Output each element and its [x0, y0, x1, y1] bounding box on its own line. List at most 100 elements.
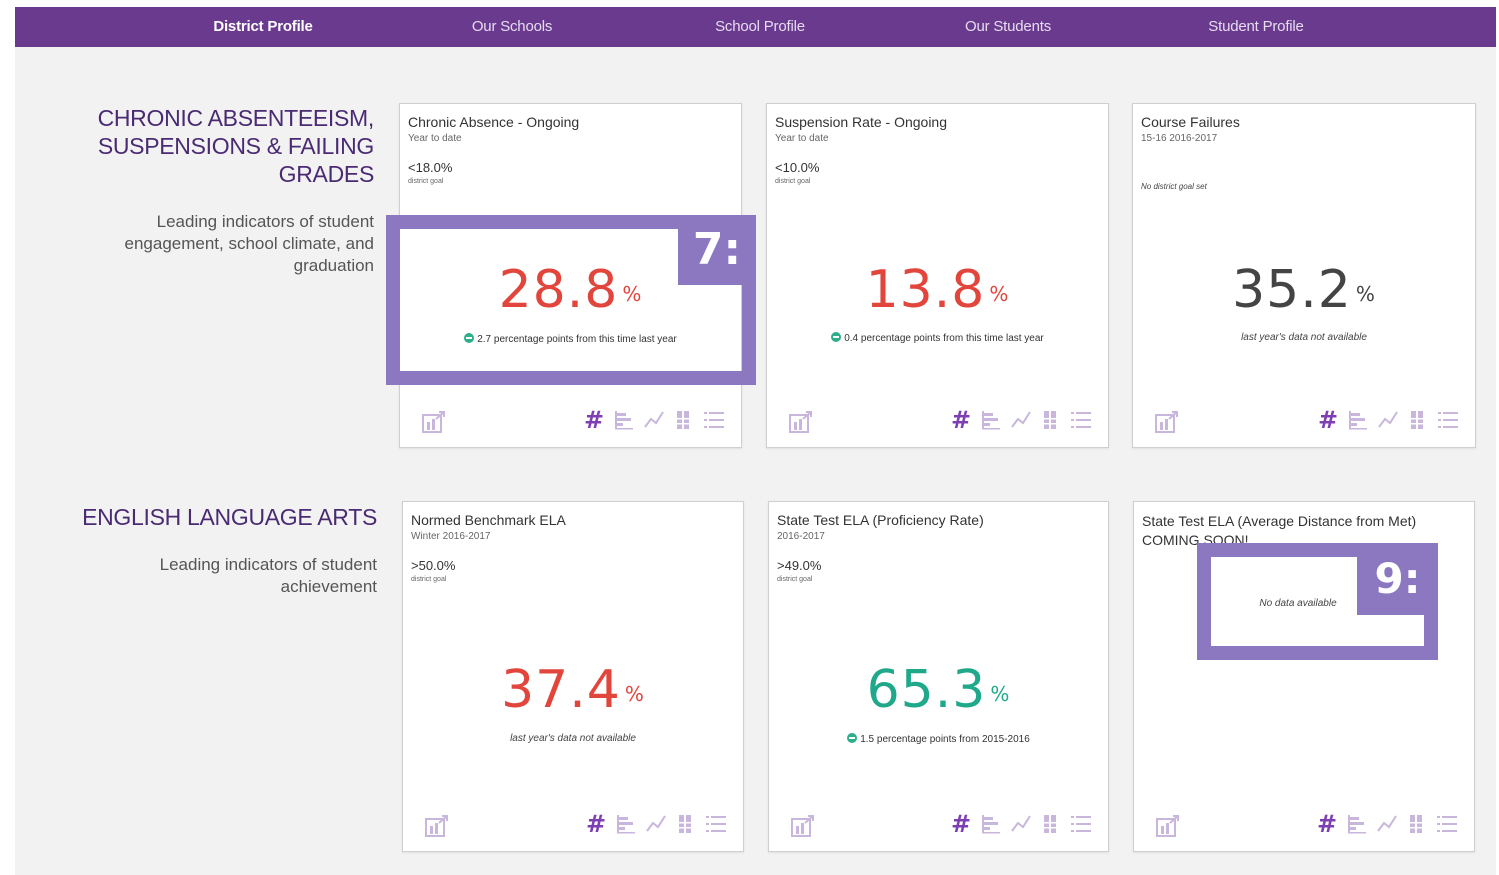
- list-view-icon[interactable]: [703, 409, 725, 431]
- line-chart-icon[interactable]: [643, 409, 665, 431]
- stacked-column-icon[interactable]: [1040, 409, 1062, 431]
- chart-export-icon[interactable]: [422, 411, 446, 433]
- horizontal-bar-icon[interactable]: [613, 409, 635, 431]
- section-title-line: GRADES: [278, 161, 375, 187]
- card-state-test-ela-proficiency[interactable]: State Test ELA (Proficiency Rate) 2016-2…: [768, 501, 1109, 852]
- view-toolbar: #: [585, 812, 727, 836]
- horizontal-bar-icon[interactable]: [980, 409, 1002, 431]
- change-text: 0.4 percentage points from this time las…: [844, 333, 1044, 344]
- metric-unit: %: [1355, 282, 1376, 306]
- view-toolbar: #: [950, 812, 1092, 836]
- annotation-label-9: 9:: [1357, 543, 1438, 615]
- view-toolbar: #: [583, 408, 725, 432]
- nav-our-students[interactable]: Our Students: [965, 7, 1051, 47]
- horizontal-bar-icon[interactable]: [980, 813, 1002, 835]
- card-period: Winter 2016-2017: [411, 531, 491, 542]
- metric-number: 13.8: [865, 260, 986, 320]
- card-goal: <10.0%: [775, 160, 820, 175]
- number-view-icon[interactable]: #: [950, 408, 972, 432]
- horizontal-bar-icon[interactable]: [1347, 409, 1369, 431]
- comparison-note: last year's data not available: [510, 733, 636, 744]
- section-subtitle-absenteeism: Leading indicators of student engagement…: [125, 211, 375, 277]
- line-chart-icon[interactable]: [1377, 409, 1399, 431]
- no-goal-note: No district goal set: [1141, 182, 1207, 191]
- card-goal: >50.0%: [411, 558, 456, 573]
- nav-our-schools[interactable]: Our Schools: [472, 7, 553, 47]
- card-goal-label: district goal: [411, 576, 447, 583]
- line-chart-icon[interactable]: [1010, 409, 1032, 431]
- section-subtitle-line: Leading indicators of student: [156, 212, 374, 231]
- card-title-line: State Test ELA (Average Distance from Me…: [1142, 513, 1417, 529]
- chart-export-icon[interactable]: [425, 815, 449, 837]
- card-footer: #: [767, 408, 1108, 433]
- chart-export-icon[interactable]: [1156, 815, 1180, 837]
- stacked-column-icon[interactable]: [1407, 409, 1429, 431]
- horizontal-bar-icon[interactable]: [615, 813, 637, 835]
- number-view-icon[interactable]: #: [585, 812, 607, 836]
- metric-unit: %: [624, 682, 645, 706]
- nav-school-profile[interactable]: School Profile: [715, 7, 805, 47]
- stacked-column-icon[interactable]: [1406, 813, 1428, 835]
- view-toolbar: #: [1316, 812, 1458, 836]
- card-goal: >49.0%: [777, 558, 822, 573]
- card-goal-label: district goal: [777, 576, 813, 583]
- card-title: Suspension Rate - Ongoing: [775, 114, 947, 130]
- card-footer: #: [1133, 408, 1475, 433]
- list-view-icon[interactable]: [1436, 813, 1458, 835]
- card-title: Chronic Absence - Ongoing: [408, 114, 580, 130]
- chart-export-icon[interactable]: [789, 411, 813, 433]
- number-view-icon[interactable]: #: [1317, 408, 1339, 432]
- metric-unit: %: [989, 282, 1010, 306]
- line-chart-icon[interactable]: [1376, 813, 1398, 835]
- number-view-icon[interactable]: #: [583, 408, 605, 432]
- section-title-line: SUSPENSIONS & FAILING: [97, 133, 374, 159]
- view-toolbar: #: [950, 408, 1092, 432]
- nav-district-profile[interactable]: District Profile: [213, 7, 313, 47]
- line-chart-icon[interactable]: [645, 813, 667, 835]
- comparison-note: last year's data not available: [1241, 332, 1367, 343]
- card-normed-benchmark-ela[interactable]: Normed Benchmark ELA Winter 2016-2017 >5…: [402, 501, 744, 852]
- section-title-line: CHRONIC ABSENTEEISM,: [97, 105, 375, 131]
- metric-number: 35.2: [1232, 260, 1352, 320]
- horizontal-bar-icon[interactable]: [1346, 813, 1368, 835]
- card-title: State Test ELA (Proficiency Rate): [777, 512, 984, 528]
- stacked-column-icon[interactable]: [673, 409, 695, 431]
- list-view-icon[interactable]: [1437, 409, 1459, 431]
- increase-icon: [847, 733, 858, 743]
- metric-value: 35.2%: [1133, 262, 1475, 318]
- card-title: Normed Benchmark ELA: [411, 512, 566, 528]
- section-subtitle-ela: Leading indicators of student achievemen…: [160, 554, 377, 598]
- card-period: Year to date: [408, 133, 462, 144]
- card-course-failures[interactable]: Course Failures 15-16 2016-2017 No distr…: [1132, 103, 1476, 448]
- card-period: Year to date: [775, 133, 829, 144]
- list-view-icon[interactable]: [1070, 813, 1092, 835]
- metric-number: 65.3: [866, 660, 987, 720]
- number-view-icon[interactable]: #: [1316, 812, 1338, 836]
- section-subtitle-line: Leading indicators of student: [159, 555, 377, 574]
- section-subtitle-line: graduation: [293, 256, 374, 275]
- decrease-icon: [831, 332, 842, 342]
- stacked-column-icon[interactable]: [1040, 813, 1062, 835]
- metric-value: 13.8%: [767, 262, 1108, 318]
- annotation-label-7: 7:: [678, 215, 756, 285]
- line-chart-icon[interactable]: [1010, 813, 1032, 835]
- metric-value: 65.3%: [769, 662, 1108, 718]
- card-footer: #: [769, 812, 1108, 837]
- view-toolbar: #: [1317, 408, 1459, 432]
- number-view-icon[interactable]: #: [950, 812, 972, 836]
- section-title-line: ENGLISH LANGUAGE ARTS: [82, 504, 377, 530]
- change-text: 1.5 percentage points from 2015-2016: [860, 734, 1030, 745]
- chart-export-icon[interactable]: [791, 815, 815, 837]
- card-title: Course Failures: [1141, 114, 1240, 130]
- card-suspension-rate[interactable]: Suspension Rate - Ongoing Year to date <…: [766, 103, 1109, 448]
- nav-student-profile[interactable]: Student Profile: [1208, 7, 1304, 47]
- stacked-column-icon[interactable]: [675, 813, 697, 835]
- card-period: 15-16 2016-2017: [1141, 133, 1218, 144]
- card-goal-label: district goal: [408, 178, 444, 185]
- chart-export-icon[interactable]: [1155, 411, 1179, 433]
- list-view-icon[interactable]: [705, 813, 727, 835]
- list-view-icon[interactable]: [1070, 409, 1092, 431]
- card-footer: #: [400, 408, 741, 433]
- section-subtitle-line: engagement, school climate, and: [124, 234, 375, 253]
- card-goal: <18.0%: [408, 160, 453, 175]
